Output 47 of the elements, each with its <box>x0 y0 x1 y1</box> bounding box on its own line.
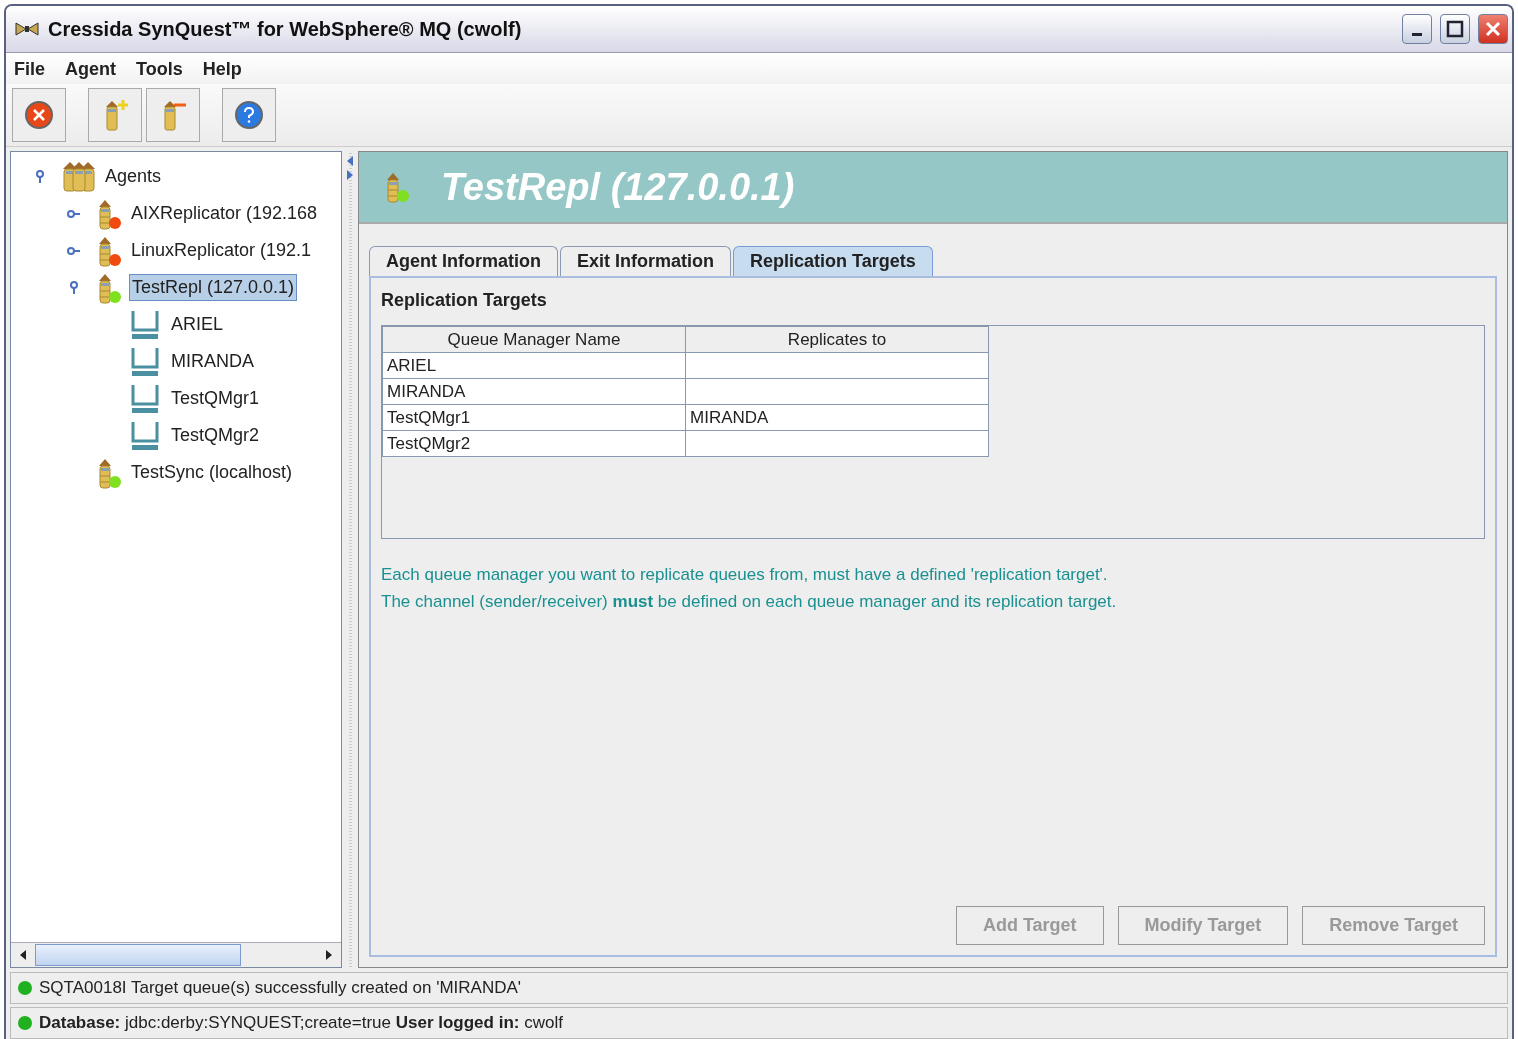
scroll-right-icon[interactable] <box>324 949 334 961</box>
agents-group-icon <box>61 159 97 194</box>
tree-item[interactable]: AIXReplicator (192.168 <box>129 201 320 226</box>
column-header: Queue Manager Name <box>382 326 686 353</box>
menu-item[interactable]: Help <box>202 59 242 80</box>
status-text: SQTA0018I Target queue(s) successfully created on 'MIRANDA' <box>39 978 522 998</box>
minimize-icon <box>1412 32 1422 36</box>
window-title: Cressida SynQuest™ for WebSphere® MQ (cwolf) <box>48 17 523 41</box>
exit-icon <box>24 100 54 130</box>
tree-item[interactable]: LinuxReplicator (192.1 <box>129 238 314 263</box>
tree-item[interactable]: TestSync (localhost) <box>129 460 295 485</box>
minimize-button[interactable] <box>1402 14 1432 44</box>
tab[interactable]: Exit Information <box>560 246 731 276</box>
tree-item[interactable]: Agents <box>103 164 164 189</box>
help-icon <box>234 100 264 130</box>
horizontal-scrollbar[interactable] <box>11 942 341 967</box>
tree-item[interactable]: TestQMgr2 <box>169 423 262 448</box>
column-header: Replicates to <box>685 326 989 353</box>
tab[interactable]: Replication Targets <box>733 246 933 276</box>
maximize-icon <box>1446 20 1464 38</box>
expanded-handle-icon[interactable] <box>33 169 47 184</box>
tree-item[interactable]: TestQMgr1 <box>169 386 262 411</box>
scroll-left-icon[interactable] <box>18 949 28 961</box>
close-button[interactable] <box>1478 14 1508 44</box>
table-cell: MIRANDA <box>685 404 989 431</box>
agent-title: TestRepl (127.0.0.1) <box>441 165 795 209</box>
table-cell: TestQMgr1 <box>382 404 686 431</box>
table-cell: TestQMgr2 <box>382 430 686 457</box>
menu-item[interactable]: Tools <box>136 59 183 80</box>
app-logo-icon <box>14 20 40 38</box>
table-cell: MIRANDA <box>382 378 686 405</box>
toolbar-button[interactable] <box>222 88 276 142</box>
maximize-button[interactable] <box>1440 14 1470 44</box>
close-icon <box>1484 20 1502 38</box>
expanded-handle-icon[interactable] <box>67 280 81 295</box>
section-title: Replication Targets <box>381 290 548 311</box>
menu-item[interactable]: Agent <box>65 59 116 80</box>
info-text: The channel (sender/receiver) must be defined on each queue manager and its replication target. <box>381 591 1118 613</box>
info-text: Each queue manager you want to replicate queues from, must have a defined 'replication target'. <box>381 564 1109 586</box>
menu-item[interactable]: File <box>14 59 45 80</box>
tree-item[interactable]: MIRANDA <box>169 349 256 374</box>
status-text: Database: jdbc:derby:SYNQUEST;create=true User logged in: cwolf <box>39 1013 563 1033</box>
table-cell: ARIEL <box>382 352 686 379</box>
tab[interactable]: Agent Information <box>369 246 558 276</box>
tree-item[interactable]: ARIEL <box>169 312 226 337</box>
tree-item[interactable]: TestRepl (127.0.0.1) <box>129 274 298 301</box>
toolbar-button[interactable] <box>12 88 66 142</box>
